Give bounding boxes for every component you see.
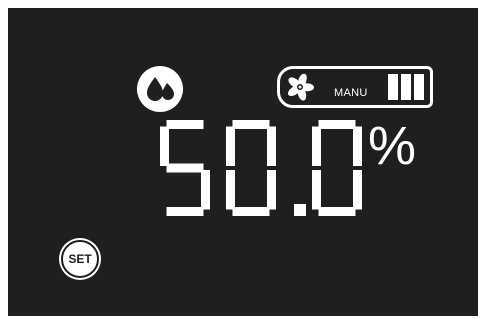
lcd-display: MANU % SET	[8, 8, 478, 316]
digit-segment	[160, 126, 169, 166]
digit-segment	[232, 120, 270, 129]
digit-segment	[166, 207, 204, 216]
humidity-unit: %	[368, 116, 417, 176]
digit-segment	[166, 163, 204, 173]
digit-segment	[226, 170, 235, 210]
digit-segment	[294, 204, 306, 216]
water-drops-icon	[147, 77, 174, 101]
digit-segment	[267, 170, 276, 210]
digit-segment	[353, 170, 362, 210]
digit-segment	[201, 170, 210, 210]
digit-segment	[267, 126, 276, 166]
digit-segment	[312, 126, 321, 166]
digit-segment	[232, 207, 270, 216]
digit-segment	[166, 120, 204, 129]
digit-segment	[353, 126, 362, 166]
set-button[interactable]: SET	[61, 240, 99, 278]
fan-status-panel: MANU	[277, 66, 433, 108]
fan-icon	[287, 73, 314, 101]
humidity-indicator	[137, 66, 183, 112]
digit-segment	[312, 170, 321, 210]
digit-segment	[226, 126, 235, 166]
fan-mode-label: MANU	[334, 87, 368, 99]
digit-segment	[318, 207, 356, 216]
set-button-label: SET	[68, 252, 92, 266]
digit-segment	[318, 120, 356, 129]
fan-speed-bar	[414, 74, 424, 100]
fan-speed-bar	[388, 74, 398, 100]
fan-speed-bar	[401, 74, 411, 100]
fan-speed-bars	[388, 74, 424, 100]
humidity-reading	[160, 120, 362, 216]
